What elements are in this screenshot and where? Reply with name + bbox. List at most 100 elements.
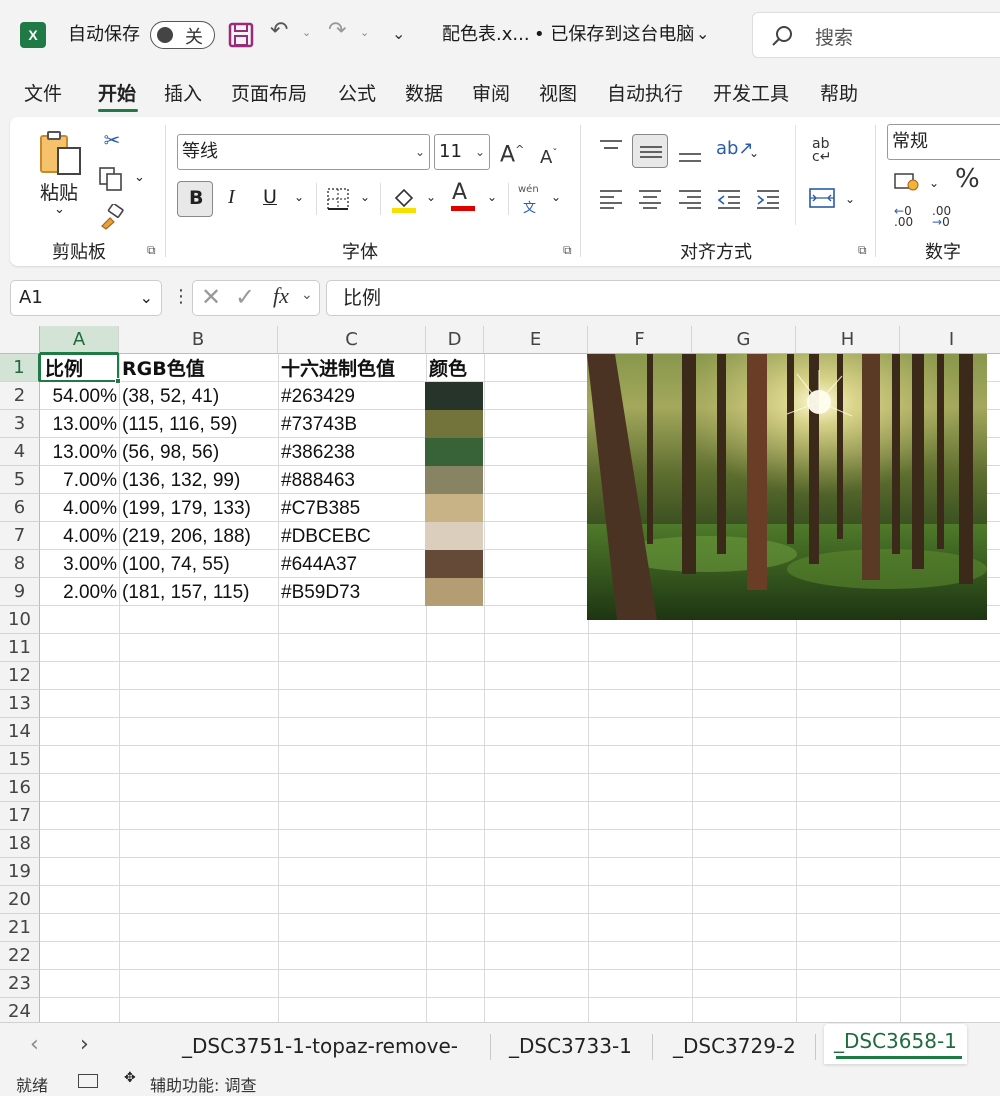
align-middle-button[interactable] — [632, 134, 668, 168]
row-header[interactable]: 2 — [0, 382, 40, 410]
rgb-cell[interactable]: (181, 157, 115) — [119, 578, 249, 606]
phonetic-dropdown-icon[interactable]: ⌄ — [551, 190, 561, 204]
ratio-cell[interactable]: 7.00% — [40, 466, 119, 494]
fill-color-icon[interactable] — [390, 184, 418, 214]
sheet-tab-dsc3729[interactable]: _DSC3729-2 — [663, 1030, 806, 1062]
hex-cell[interactable]: #644A37 — [278, 550, 357, 578]
col-header-i[interactable]: I — [900, 326, 1000, 354]
customize-qat-icon[interactable]: ⌄ — [392, 24, 405, 43]
row-header[interactable]: 21 — [0, 914, 40, 942]
col-header-e[interactable]: E — [484, 326, 588, 354]
copy-dropdown-icon[interactable]: ⌄ — [134, 170, 145, 185]
col-header-a[interactable]: A — [40, 326, 119, 354]
more-options-icon[interactable]: ⋮ — [172, 286, 190, 307]
menu-formulas[interactable]: 公式 — [338, 80, 376, 108]
color-swatch-cell[interactable] — [425, 410, 483, 438]
select-all-corner[interactable] — [0, 326, 40, 354]
rgb-cell[interactable]: (38, 52, 41) — [119, 382, 219, 410]
hex-cell[interactable]: #B59D73 — [278, 578, 360, 606]
merge-dropdown-icon[interactable]: ⌄ — [845, 192, 855, 206]
ratio-cell[interactable]: 13.00% — [40, 438, 119, 466]
menu-review[interactable]: 审阅 — [472, 80, 510, 108]
row-header[interactable]: 10 — [0, 606, 40, 634]
row-header[interactable]: 12 — [0, 662, 40, 690]
orientation-icon[interactable]: ab↗ — [716, 138, 754, 159]
copy-icon[interactable] — [98, 166, 126, 192]
align-bottom-icon[interactable] — [677, 144, 703, 166]
phonetic-icon[interactable]: wén — [518, 184, 539, 195]
menu-data[interactable]: 数据 — [405, 80, 443, 108]
col-header-b[interactable]: B — [119, 326, 278, 354]
decrease-decimal-icon[interactable]: .00 →0 — [932, 205, 951, 228]
row-header[interactable]: 23 — [0, 970, 40, 998]
row-header[interactable]: 24 — [0, 998, 40, 1022]
ratio-cell[interactable]: 2.00% — [40, 578, 119, 606]
paste-dropdown-icon[interactable]: ⌄ — [54, 202, 65, 217]
save-status[interactable]: • 已保存到这台电脑 — [534, 23, 694, 47]
menu-file[interactable]: 文件 — [24, 80, 62, 108]
italic-button[interactable]: I — [228, 186, 235, 209]
hex-cell[interactable]: #263429 — [278, 382, 355, 410]
header-rgb[interactable]: RGB色值 — [119, 354, 205, 382]
color-swatch-cell[interactable] — [425, 522, 483, 550]
orientation-dropdown-icon[interactable]: ⌄ — [749, 146, 759, 160]
font-name-select[interactable]: 等线 ⌄ — [177, 134, 430, 170]
cancel-icon[interactable]: ✕ — [201, 283, 221, 311]
row-header[interactable]: 20 — [0, 886, 40, 914]
row-header[interactable]: 4 — [0, 438, 40, 466]
hex-cell[interactable]: #888463 — [278, 466, 355, 494]
color-swatch-cell[interactable] — [425, 438, 483, 466]
percent-style-button[interactable]: % — [955, 164, 980, 194]
next-sheet-icon[interactable]: › — [80, 1032, 89, 1057]
hex-cell[interactable]: #386238 — [278, 438, 355, 466]
rgb-cell[interactable]: (100, 74, 55) — [119, 550, 230, 578]
hex-cell[interactable]: #DBCEBC — [278, 522, 371, 550]
col-header-d[interactable]: D — [426, 326, 484, 354]
increase-decimal-icon[interactable]: ←0.00 — [894, 205, 913, 228]
status-accessibility[interactable]: 辅助功能: 调查 — [150, 1072, 256, 1096]
color-swatch-cell[interactable] — [425, 494, 483, 522]
formula-input[interactable]: 比例 — [326, 280, 1000, 316]
color-swatch-cell[interactable] — [425, 578, 483, 606]
borders-icon[interactable] — [326, 187, 350, 211]
fill-handle[interactable] — [115, 378, 121, 384]
name-box[interactable]: A1 ⌄ — [10, 280, 162, 316]
decrease-indent-icon[interactable] — [716, 188, 742, 210]
increase-indent-icon[interactable] — [755, 188, 781, 210]
col-header-g[interactable]: G — [692, 326, 796, 354]
row-header[interactable]: 1 — [0, 354, 40, 382]
number-format-select[interactable]: 常规 — [887, 124, 1000, 160]
forest-photo[interactable] — [587, 354, 987, 620]
font-color-icon[interactable]: A — [452, 180, 467, 205]
row-header[interactable]: 22 — [0, 942, 40, 970]
file-name[interactable]: 配色表.x... — [442, 23, 530, 47]
save-icon[interactable] — [228, 22, 254, 48]
hex-cell[interactable]: #73743B — [278, 410, 357, 438]
file-menu-chevron-icon[interactable]: ⌄ — [696, 24, 709, 43]
grow-font-icon[interactable]: A^ — [500, 138, 524, 167]
rgb-cell[interactable]: (199, 179, 133) — [119, 494, 251, 522]
row-header[interactable]: 8 — [0, 550, 40, 578]
col-header-f[interactable]: F — [588, 326, 692, 354]
shrink-font-icon[interactable]: Aˇ — [540, 142, 557, 170]
col-header-h[interactable]: H — [796, 326, 900, 354]
paste-label[interactable]: 粘贴 — [40, 178, 78, 205]
undo-dropdown-icon[interactable]: ⌄ — [302, 26, 311, 39]
row-header[interactable]: 7 — [0, 522, 40, 550]
row-header[interactable]: 18 — [0, 830, 40, 858]
menu-automate[interactable]: 自动执行 — [607, 80, 683, 108]
row-header[interactable]: 14 — [0, 718, 40, 746]
chevron-down-icon[interactable]: ⌄ — [301, 287, 313, 303]
undo-icon[interactable]: ↶ — [270, 18, 288, 43]
paste-icon[interactable] — [38, 130, 84, 178]
wrap-text-icon[interactable]: ab c↵ — [812, 137, 831, 164]
row-header[interactable]: 3 — [0, 410, 40, 438]
row-header[interactable]: 6 — [0, 494, 40, 522]
redo-icon[interactable]: ↷ — [328, 18, 346, 43]
ratio-cell[interactable]: 4.00% — [40, 494, 119, 522]
font-launcher-icon[interactable]: ⧉ — [563, 243, 572, 258]
merge-center-icon[interactable] — [808, 186, 836, 210]
ratio-cell[interactable]: 3.00% — [40, 550, 119, 578]
redo-dropdown-icon[interactable]: ⌄ — [360, 26, 369, 39]
menu-home[interactable]: 开始 — [98, 80, 136, 108]
